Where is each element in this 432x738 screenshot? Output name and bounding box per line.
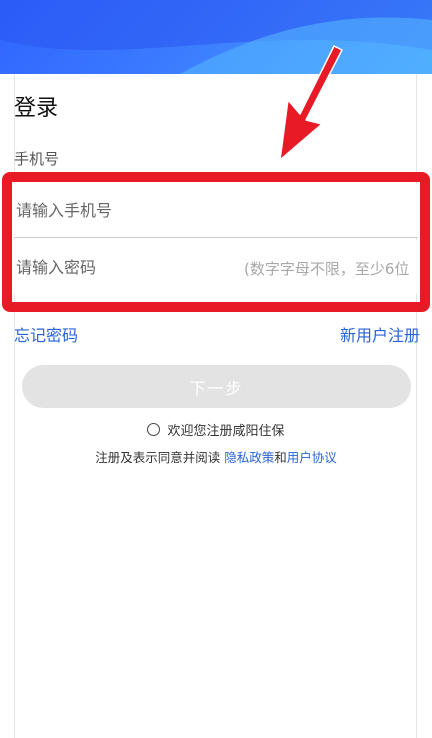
privacy-policy-link[interactable]: 隐私政策 <box>224 450 274 465</box>
terms-row: 注册及表示同意并阅读 隐私政策和用户协议 <box>0 447 432 466</box>
annotation-highlight-box <box>2 172 430 312</box>
arrow-pointer-icon <box>279 45 343 161</box>
agree-text: 欢迎您注册咸阳住保 <box>167 424 285 439</box>
forgot-password-link[interactable]: 忘记密码 <box>14 322 78 346</box>
page-title: 登录 <box>14 96 59 121</box>
header-wave-decoration <box>0 0 432 74</box>
header-banner <box>0 0 432 74</box>
agree-checkbox[interactable] <box>147 423 161 436</box>
terms-prefix: 注册及表示同意并阅读 <box>95 450 225 465</box>
user-agreement-link[interactable]: 用户协议 <box>287 450 337 465</box>
phone-section-label: 手机号 <box>14 150 60 168</box>
next-step-button[interactable]: 下一步 <box>22 365 411 408</box>
agree-row: 欢迎您注册咸阳住保 <box>0 420 432 439</box>
new-user-register-link[interactable]: 新用户注册 <box>340 322 420 346</box>
terms-and: 和 <box>274 450 287 465</box>
